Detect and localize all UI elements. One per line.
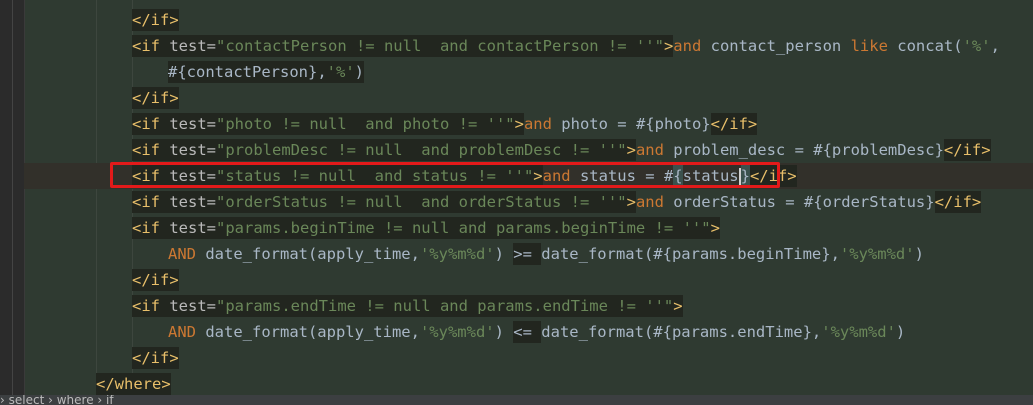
breadcrumb-item-where[interactable]: where bbox=[57, 395, 94, 405]
code-token: like bbox=[850, 37, 898, 55]
code-token: "contactPerson != null and contactPerson… bbox=[216, 35, 664, 57]
code-token: "photo != null and photo != ''" bbox=[216, 113, 515, 135]
code-token: > bbox=[626, 139, 636, 161]
code-token: , bbox=[317, 61, 327, 83]
code-token: test= bbox=[169, 191, 216, 213]
code-editor[interactable]: </if> <if test="contactPerson != null and… bbox=[0, 0, 1033, 395]
code-token: '%' bbox=[962, 37, 991, 55]
code-token: <if bbox=[132, 295, 170, 317]
code-token: ) bbox=[494, 323, 514, 341]
code-line[interactable]: AND date_format(apply_time,'%y%m%d') <= … bbox=[24, 319, 1033, 345]
code-line[interactable]: </if> bbox=[24, 345, 1033, 371]
code-token: date_format(apply_time, bbox=[205, 323, 420, 341]
code-token: </where> bbox=[96, 373, 171, 395]
code-token: > bbox=[514, 113, 524, 135]
code-token: '%y%m%d' bbox=[419, 323, 495, 341]
breadcrumb-separator: › bbox=[93, 395, 107, 405]
code-token: orderStatus = #{orderStatus} bbox=[673, 193, 935, 211]
code-token: </if> bbox=[132, 87, 179, 109]
code-token: and bbox=[635, 141, 674, 159]
code-token: > bbox=[626, 191, 636, 213]
code-token: photo = #{photo} bbox=[561, 115, 711, 133]
code-token: </if> bbox=[710, 113, 758, 135]
code-token: </if> bbox=[943, 139, 991, 161]
fold-guide bbox=[12, 0, 13, 395]
code-line[interactable]: #{contactPerson},'%') bbox=[24, 59, 1033, 85]
code-token: <if bbox=[132, 191, 170, 213]
code-token: '%y%m%d' bbox=[839, 245, 915, 263]
code-token: <if bbox=[132, 217, 170, 239]
code-token: >= bbox=[513, 243, 542, 265]
code-token: <if bbox=[132, 139, 170, 161]
code-line[interactable]: </if> bbox=[24, 7, 1033, 33]
code-token: test= bbox=[169, 295, 216, 317]
code-token: "problemDesc != null and problemDesc != … bbox=[216, 139, 627, 161]
code-token: </if> bbox=[934, 191, 982, 213]
code-token: and bbox=[673, 37, 711, 55]
breadcrumb-item-if[interactable]: if bbox=[106, 395, 114, 405]
code-token: '%y%m%d' bbox=[419, 245, 495, 263]
code-line[interactable]: <if test="problemDesc != null and proble… bbox=[24, 137, 1033, 163]
code-token: #{contactPerson} bbox=[168, 61, 318, 83]
code-token: test= bbox=[169, 35, 216, 57]
code-token: <if bbox=[132, 113, 170, 135]
code-token: > bbox=[663, 35, 674, 57]
code-token: "orderStatus != null and orderStatus != … bbox=[216, 191, 627, 213]
code-token: '%' bbox=[326, 61, 355, 83]
code-token: </if> bbox=[132, 9, 179, 31]
code-line[interactable]: </if> bbox=[24, 267, 1033, 293]
code-line[interactable]: AND date_format(apply_time,'%y%m%d') >= … bbox=[24, 241, 1033, 267]
code-token: "params.beginTime != null and params.beg… bbox=[216, 217, 711, 239]
breadcrumb: › select › where › if bbox=[0, 395, 1033, 405]
editor-gutter[interactable] bbox=[0, 0, 25, 395]
code-token: ) bbox=[895, 323, 906, 341]
code-token: test= bbox=[169, 113, 216, 135]
code-token: > bbox=[673, 295, 683, 317]
code-token: <= bbox=[513, 321, 542, 343]
code-token: AND bbox=[168, 245, 206, 263]
code-token: </if> bbox=[132, 269, 179, 291]
code-token: test= bbox=[169, 139, 216, 161]
code-token: AND bbox=[168, 323, 206, 341]
code-token: , bbox=[990, 37, 1000, 55]
code-token: > bbox=[710, 217, 720, 239]
code-line[interactable]: <if test="photo != null and photo != ''"… bbox=[24, 111, 1033, 137]
code-token: and bbox=[523, 115, 562, 133]
code-token: </if> bbox=[132, 347, 179, 369]
breadcrumb-separator: › bbox=[44, 395, 57, 405]
code-token: date_format(apply_time, bbox=[205, 245, 420, 263]
red-highlight-box bbox=[110, 162, 780, 188]
code-token: contact_person bbox=[710, 37, 851, 55]
breadcrumb-separator: › bbox=[0, 395, 9, 405]
code-line[interactable]: <if test="params.endTime != null and par… bbox=[24, 293, 1033, 319]
code-token: date_format(#{params.beginTime}, bbox=[541, 245, 840, 263]
code-line[interactable]: <if test="params.beginTime != null and p… bbox=[24, 215, 1033, 241]
breadcrumb-item-select[interactable]: select bbox=[9, 395, 45, 405]
code-line[interactable]: <if test="contactPerson != null and cont… bbox=[24, 33, 1033, 59]
code-token: "params.endTime != null and params.endTi… bbox=[216, 295, 674, 317]
code-token: and bbox=[635, 193, 674, 211]
code-token: problem_desc = #{problemDesc} bbox=[673, 141, 944, 159]
code-token: concat( bbox=[897, 37, 963, 55]
code-line[interactable]: <if test="orderStatus != null and orderS… bbox=[24, 189, 1033, 215]
code-token: ) bbox=[354, 61, 364, 83]
code-token: date_format(#{params.endTime}, bbox=[541, 323, 822, 341]
code-token: <if bbox=[132, 35, 170, 57]
code-token: test= bbox=[169, 217, 216, 239]
code-token: '%y%m%d' bbox=[821, 323, 896, 341]
code-token: ) bbox=[914, 245, 924, 263]
code-token: ) bbox=[494, 245, 514, 263]
code-line[interactable]: </where> bbox=[24, 371, 1033, 395]
code-line[interactable]: </if> bbox=[24, 85, 1033, 111]
